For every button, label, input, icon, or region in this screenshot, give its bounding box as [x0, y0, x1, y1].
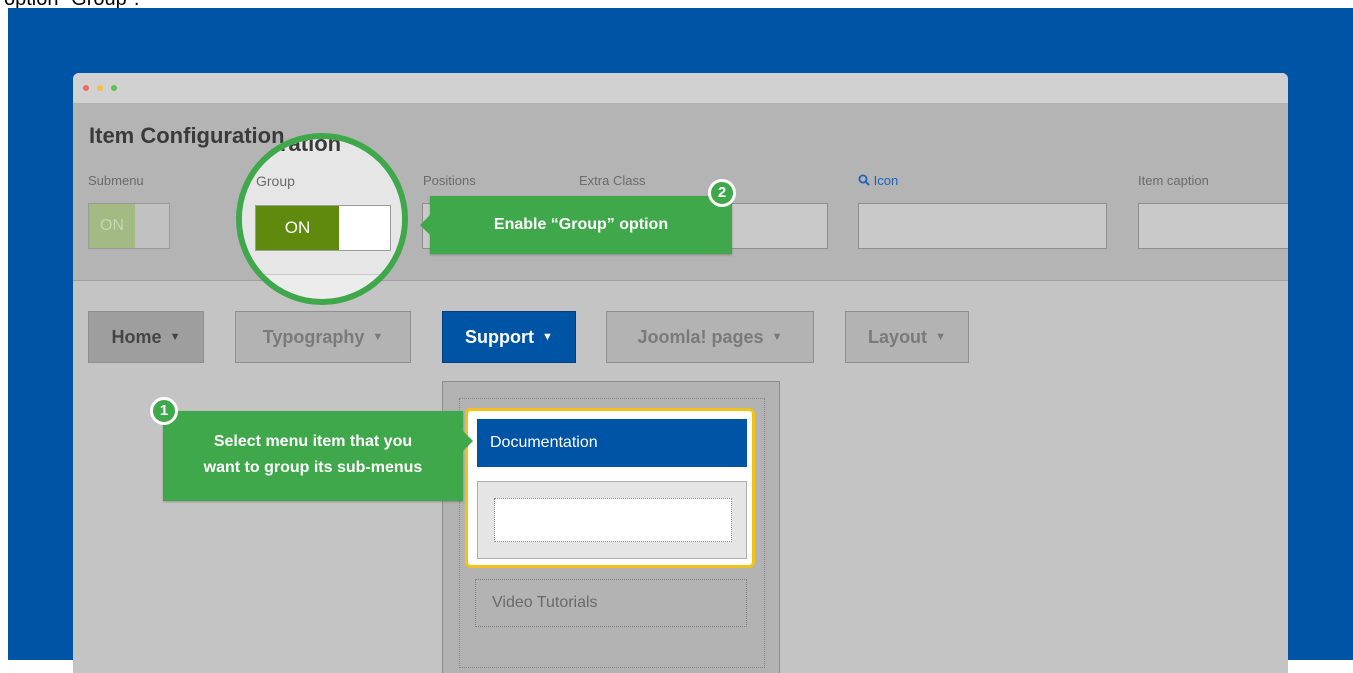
submenu-group-box	[477, 481, 747, 559]
search-icon	[858, 174, 870, 186]
menu-item-typography[interactable]: Typography ▼	[235, 311, 411, 363]
step-2-badge: 2	[708, 179, 736, 207]
chevron-down-icon: ▼	[771, 331, 783, 343]
item-caption-field[interactable]	[1138, 203, 1288, 249]
close-dot-icon[interactable]	[83, 85, 89, 91]
menu-item-home-label: Home	[111, 326, 162, 347]
maximize-dot-icon[interactable]	[111, 85, 117, 91]
group-toggle-on: ON	[256, 206, 339, 250]
callout-step-1-line-1: Select menu item that you	[213, 433, 413, 450]
magnifier-group-label: Group	[256, 173, 295, 189]
highlighted-menu-group: Documentation	[465, 408, 755, 568]
item-caption-label: Item caption	[1138, 173, 1209, 188]
icon-field[interactable]	[858, 203, 1107, 249]
menu-item-support-label: Support	[465, 326, 535, 347]
callout-step-1: Select menu item that you want to group …	[163, 411, 473, 501]
submenu-placeholder[interactable]	[494, 498, 732, 542]
menu-item-layout-label: Layout	[868, 326, 928, 347]
chevron-down-icon: ▼	[372, 331, 384, 343]
titlebar	[73, 73, 1288, 103]
chevron-down-icon: ▼	[542, 331, 553, 343]
video-tutorials-item[interactable]: Video Tutorials	[475, 579, 747, 627]
submenu-toggle-on: ON	[89, 204, 135, 248]
magnifier-zoom: ration Group ON	[236, 133, 408, 305]
caption-strip: option "Group".	[0, 0, 1353, 8]
menu-item-typography-label: Typography	[262, 326, 365, 347]
icon-label: Icon	[858, 173, 898, 188]
chevron-down-icon: ▼	[935, 331, 946, 343]
callout-step-1-line-2: want to group its sub-menus	[203, 459, 423, 476]
documentation-item[interactable]: Documentation	[477, 419, 747, 467]
minimize-dot-icon[interactable]	[97, 85, 103, 91]
extra-class-label: Extra Class	[579, 173, 646, 188]
chevron-down-icon: ▼	[169, 331, 181, 343]
submenu-toggle[interactable]: ON	[88, 203, 170, 249]
icon-label-text: Icon	[873, 173, 899, 188]
magnifier-divider	[242, 274, 402, 275]
menu-item-joomla-pages[interactable]: Joomla! pages ▼	[606, 311, 814, 363]
menu-item-layout[interactable]: Layout ▼	[845, 311, 969, 363]
step-1-badge: 1	[150, 397, 178, 425]
menu-item-joomla-pages-label: Joomla! pages	[637, 326, 764, 347]
callout-step-2-text: Enable “Group” option	[493, 216, 669, 233]
callout-step-2: Enable “Group” option	[420, 196, 732, 254]
group-toggle[interactable]: ON	[255, 205, 391, 251]
menu-item-support[interactable]: Support ▼	[442, 311, 576, 363]
menu-item-home[interactable]: Home ▼	[88, 311, 204, 363]
positions-label: Positions	[423, 173, 476, 188]
submenu-label: Submenu	[88, 173, 144, 188]
caption-text: option "Group".	[4, 0, 139, 8]
